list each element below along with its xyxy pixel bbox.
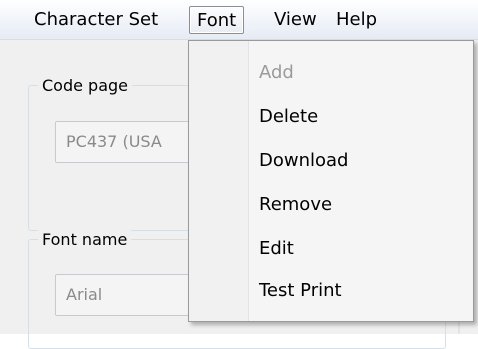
code-page-label: Code page: [38, 76, 133, 96]
menu-bar: Character Set Font View Help: [0, 0, 478, 40]
menu-item-remove[interactable]: Remove: [191, 185, 471, 225]
menu-item-test-print[interactable]: Test Print: [191, 271, 471, 311]
font-name-label: Font name: [38, 230, 132, 250]
menu-view[interactable]: View: [267, 6, 324, 34]
menu-help[interactable]: Help: [329, 6, 384, 34]
menu-item-add: Add: [259, 62, 294, 83]
font-menu-dropdown: Add Delete Download Remove Edit Test Pri…: [188, 40, 474, 322]
menu-item-download[interactable]: Download: [191, 141, 471, 181]
menu-item-delete[interactable]: Delete: [191, 97, 471, 137]
menu-character-set[interactable]: Character Set: [27, 6, 165, 34]
menu-font[interactable]: Font: [189, 6, 245, 34]
menu-item-edit[interactable]: Edit: [191, 229, 471, 269]
